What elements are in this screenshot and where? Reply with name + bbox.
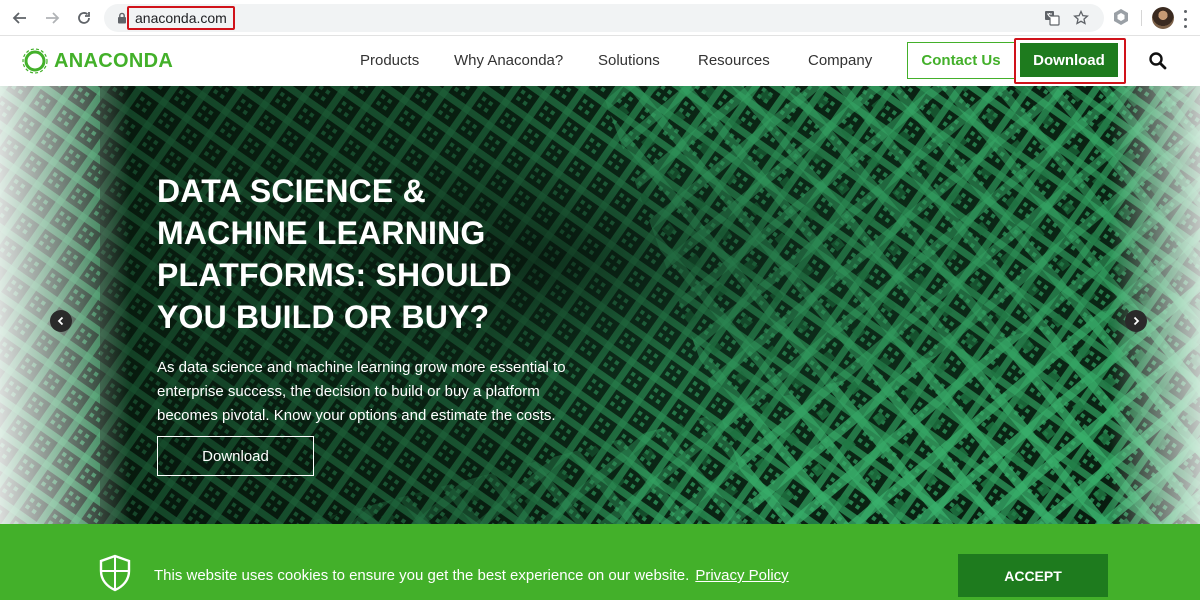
chevron-left-icon: [57, 316, 64, 326]
nav-products[interactable]: Products: [360, 52, 419, 69]
search-icon[interactable]: [1148, 51, 1168, 71]
shield-icon: [99, 554, 131, 592]
hero-right-fade: [1110, 86, 1200, 524]
contact-us-button[interactable]: Contact Us: [907, 42, 1015, 79]
back-arrow-icon: [12, 12, 26, 24]
back-button[interactable]: [8, 6, 32, 30]
nav-resources[interactable]: Resources: [698, 52, 770, 69]
carousel-prev-button[interactable]: [50, 310, 72, 332]
header-download-button[interactable]: Download: [1020, 43, 1118, 77]
hero-banner: DATA SCIENCE & MACHINE LEARNING PLATFORM…: [0, 86, 1200, 524]
cookie-message-text: This website uses cookies to ensure you …: [154, 567, 690, 584]
forward-arrow-icon: [46, 12, 60, 24]
browser-toolbar: anaconda.com: [0, 0, 1200, 36]
profile-avatar[interactable]: [1152, 7, 1174, 29]
cookie-message: This website uses cookies to ensure you …: [154, 567, 789, 584]
star-icon: [1073, 10, 1089, 25]
address-bar[interactable]: anaconda.com: [104, 4, 1104, 32]
logo-text: ANACONDA: [54, 49, 174, 72]
hero-title: DATA SCIENCE & MACHINE LEARNING PLATFORM…: [157, 173, 512, 335]
privacy-policy-link[interactable]: Privacy Policy: [695, 567, 788, 584]
bookmark-button[interactable]: [1072, 9, 1090, 27]
nav-solutions[interactable]: Solutions: [598, 52, 660, 69]
url-text[interactable]: anaconda.com: [127, 6, 235, 30]
chevron-right-icon: [1133, 316, 1140, 326]
cookie-consent-bar: This website uses cookies to ensure you …: [0, 524, 1200, 600]
nav-company[interactable]: Company: [808, 52, 872, 69]
anaconda-ring-icon: [22, 48, 48, 74]
hero-description: As data science and machine learning gro…: [157, 359, 566, 424]
extension-icon[interactable]: [1112, 8, 1130, 26]
translate-button[interactable]: [1043, 9, 1061, 27]
site-header: ANACONDA Products Why Anaconda? Solution…: [0, 37, 1200, 86]
translate-icon: [1045, 11, 1060, 26]
hero-download-button[interactable]: Download: [157, 436, 314, 476]
toolbar-separator: [1141, 10, 1142, 26]
reload-icon: [78, 12, 90, 24]
hero-left-fade: [0, 86, 130, 524]
nav-why-anaconda[interactable]: Why Anaconda?: [454, 52, 563, 69]
carousel-next-button[interactable]: [1125, 310, 1147, 332]
reload-button[interactable]: [72, 6, 96, 30]
accept-cookies-button[interactable]: ACCEPT: [958, 554, 1108, 597]
forward-button[interactable]: [40, 6, 64, 30]
menu-kebab-icon[interactable]: [1182, 10, 1188, 28]
anaconda-logo[interactable]: ANACONDA: [22, 48, 173, 74]
